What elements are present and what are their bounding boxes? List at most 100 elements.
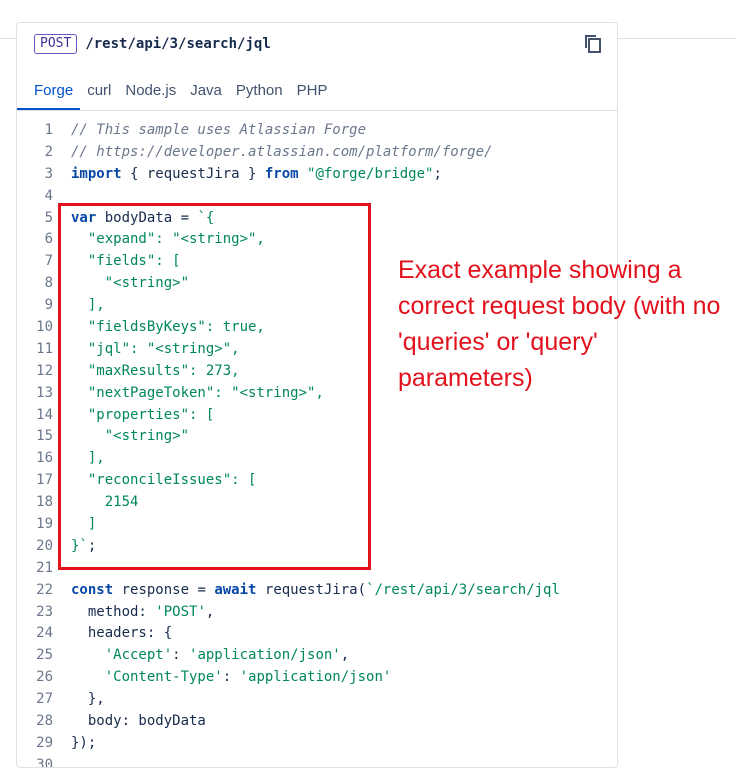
code-line: 28 body: bodyData [17,711,617,733]
code-text: headers: { [71,623,172,645]
code-token: 2154 [71,494,139,511]
code-text: "fieldsByKeys": true, [71,317,265,339]
tab-python[interactable]: Python [229,78,290,108]
code-token: ], [71,450,105,467]
code-line: 30 [17,755,617,768]
code-text: "<string>" [71,273,189,295]
code-token: `{ [197,209,215,226]
code-text: ], [71,295,105,317]
code-token: { requestJira } [121,165,265,182]
code-text: ], [71,448,105,470]
code-text: }`; [71,536,96,558]
code-text: }); [71,733,96,755]
code-token: body: bodyData [71,713,206,730]
code-token: from [264,165,299,182]
code-text: const response = await requestJira(`/res… [71,580,560,602]
endpoint-header: POST /rest/api/3/search/jql [34,32,271,56]
code-text: method: 'POST', [71,602,214,624]
code-line: 2 // https://developer.atlassian.com/plat… [17,142,617,164]
code-token: "jql": "<string>", [71,340,240,357]
line-number: 30 [36,756,53,768]
code-text: }, [71,689,105,711]
line-number: 17 [36,472,53,489]
code-token: }); [71,734,97,751]
code-text: "<string>" [71,426,189,448]
code-line: 3 import { requestJira } from "@forge/bri… [17,164,617,186]
copy-icon[interactable] [584,34,602,54]
code-token: ], [71,297,105,314]
code-line: 29}); [17,733,617,755]
code-token: "<string>" [71,275,190,292]
line-number: 11 [36,340,53,357]
code-token: requestJira( [256,581,367,598]
code-token: 'Content-Type' [104,669,223,686]
code-text: 2154 [71,492,139,514]
code-token: "<string>" [71,428,190,445]
line-number: 8 [44,275,53,292]
line-number: 2 [44,143,53,160]
code-text: "properties": [ [71,405,214,427]
code-token: "maxResults": 273, [71,362,240,379]
http-method-badge: POST [34,34,78,54]
code-token: }, [71,691,105,708]
line-number: 9 [44,297,53,314]
code-token: ; [87,537,97,554]
code-token: : [222,669,240,686]
code-token: ] [71,516,97,533]
code-block: 1 // This sample uses Atlassian Forge 2 // … [17,120,617,768]
line-number: 18 [36,494,53,511]
code-line: 20 }`; [17,536,617,558]
code-token: "reconcileIssues": [ [71,472,257,489]
code-token: , [205,603,215,620]
code-line: 19 ] [17,514,617,536]
code-line: 23 method: 'POST', [17,602,617,624]
code-line: 21 [17,558,617,580]
tab-curl[interactable]: curl [80,78,118,108]
code-text: "expand": "<string>", [71,229,265,251]
line-number: 23 [36,603,53,620]
code-token: const [71,581,114,598]
code-token: headers: { [71,625,173,642]
line-number: 20 [36,537,53,554]
code-line: 15 "<string>" [17,426,617,448]
line-number: 4 [44,187,53,204]
code-token: // https://developer.atlassian.com/platf… [71,143,493,160]
line-number: 28 [36,713,53,730]
code-token: }` [71,537,88,554]
code-line: 22 const response = await requestJira(`/r… [17,580,617,602]
code-token: bodyData = [96,209,198,226]
line-number: 19 [36,516,53,533]
code-line: 25 'Accept': 'application/json', [17,645,617,667]
language-tabs: Forge curl Node.js Java Python PHP [17,78,617,111]
tab-java[interactable]: Java [183,78,229,108]
line-number: 15 [36,428,53,445]
code-line: 17 "reconcileIssues": [ [17,470,617,492]
code-token: , [340,647,350,664]
code-token: ; [433,165,442,182]
tab-forge[interactable]: Forge [17,78,81,110]
code-line: 1 // This sample uses Atlassian Forge [17,120,617,142]
code-text: // https://developer.atlassian.com/platf… [71,142,492,164]
code-text: 'Accept': 'application/json', [71,645,349,667]
line-number: 10 [36,319,53,336]
tab-node-js[interactable]: Node.js [118,78,183,108]
line-number: 16 [36,450,53,467]
code-token: "expand": "<string>", [71,231,265,248]
line-number: 24 [36,625,53,642]
line-number: 26 [36,669,53,686]
code-token: : [172,647,190,664]
code-text: body: bodyData [71,711,206,733]
annotation-text: Exact example showing a correct request … [398,256,721,392]
code-token: 'application/json' [189,647,341,664]
line-number: 22 [36,581,53,598]
code-text: "jql": "<string>", [71,339,240,361]
code-text: "nextPageToken": "<string>", [71,383,324,405]
code-line: 16 ], [17,448,617,470]
endpoint-path: /rest/api/3/search/jql [85,36,271,52]
line-number: 3 [44,165,53,182]
tab-php[interactable]: PHP [290,78,335,108]
code-text: "maxResults": 273, [71,361,240,383]
line-number: 1 [44,122,53,138]
